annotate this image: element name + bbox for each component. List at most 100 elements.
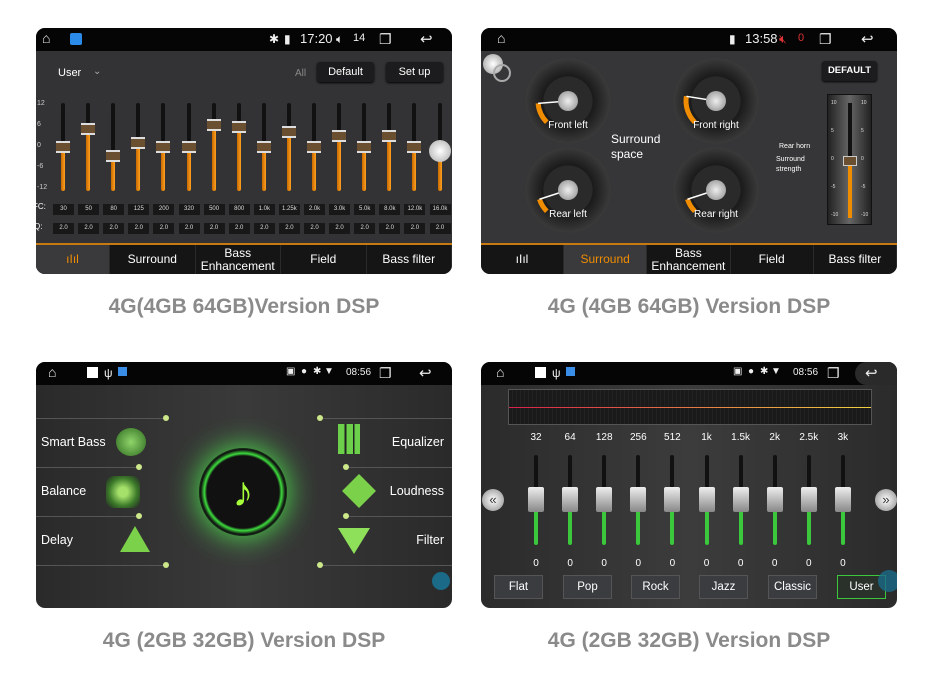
slider-handle[interactable] <box>843 155 857 166</box>
eq-band-slider[interactable] <box>256 103 271 191</box>
eq-band-slider[interactable] <box>56 103 70 191</box>
fc-value[interactable]: 16.0k <box>429 204 451 215</box>
eq-band-slider[interactable] <box>106 103 121 191</box>
recent-apps-icon[interactable]: ❐ <box>827 365 840 382</box>
eq-band-slider[interactable] <box>206 103 221 191</box>
q-value[interactable]: 2.0 <box>278 223 300 234</box>
slider-handle[interactable] <box>281 126 296 139</box>
app-icon[interactable] <box>70 33 82 45</box>
q-value[interactable]: 2.0 <box>329 223 351 234</box>
eq-band-slider[interactable] <box>407 103 422 191</box>
eq-band-slider[interactable] <box>81 103 96 191</box>
fc-value[interactable]: 30 <box>53 204 74 215</box>
slider-handle[interactable] <box>156 141 171 153</box>
recent-apps-icon[interactable]: ❐ <box>379 365 392 382</box>
slider-handle[interactable] <box>56 141 70 153</box>
default-button[interactable]: DEFAULT <box>822 61 877 81</box>
setup-button[interactable]: Set up <box>386 62 443 82</box>
tab-equalizer[interactable]: ıIıl <box>36 245 110 274</box>
back-icon[interactable]: ↩ <box>855 362 897 385</box>
fc-value[interactable]: 8.0k <box>379 204 401 215</box>
slider-handle[interactable] <box>664 487 681 512</box>
eq-band-slider[interactable] <box>766 455 783 545</box>
preset-rock-button[interactable]: Rock <box>631 575 680 599</box>
fc-value[interactable]: 1.0k <box>253 204 275 215</box>
fc-value[interactable]: 50 <box>78 204 100 215</box>
preset-select[interactable]: User <box>58 67 81 79</box>
menu-balance[interactable]: Balance <box>41 484 86 498</box>
slider-handle[interactable] <box>698 487 715 512</box>
menu-filter[interactable]: Filter <box>416 533 444 547</box>
tab-surround[interactable]: Surround <box>564 245 648 274</box>
volume-gauge[interactable]: Front right <box>673 58 759 144</box>
slider-handle[interactable] <box>106 150 121 163</box>
gauge-knob[interactable] <box>558 91 578 111</box>
chevron-down-icon[interactable]: ⌄ <box>93 66 101 77</box>
slider-handle[interactable] <box>562 487 579 512</box>
eq-band-slider[interactable] <box>382 103 397 191</box>
assistive-touch-button[interactable] <box>878 570 897 592</box>
slider-handle[interactable] <box>131 137 146 150</box>
slider-handle[interactable] <box>81 122 96 135</box>
slider-handle[interactable] <box>181 141 196 153</box>
surround-strength-slider[interactable]: 10 10 5 5 0 0 -5 -5 -10 -10 <box>827 94 872 225</box>
gauge-knob[interactable] <box>558 180 578 200</box>
q-value[interactable]: 2.0 <box>203 223 225 234</box>
tab-bass-filter[interactable]: Bass filter <box>367 245 452 274</box>
filter-icon[interactable] <box>338 528 370 554</box>
eq-band-slider[interactable] <box>156 103 171 191</box>
slider-handle[interactable] <box>834 487 851 512</box>
eq-band-slider[interactable] <box>181 103 196 191</box>
slider-handle[interactable] <box>231 120 246 133</box>
q-value[interactable]: 2.0 <box>228 223 250 234</box>
q-value[interactable]: 2.0 <box>253 223 275 234</box>
preset-jazz-button[interactable]: Jazz <box>699 575 748 599</box>
smart-bass-icon[interactable] <box>116 428 146 456</box>
delay-icon[interactable] <box>120 526 150 552</box>
slider-handle[interactable] <box>732 487 749 512</box>
eq-band-slider[interactable] <box>630 455 647 545</box>
back-icon[interactable]: ↩ <box>420 30 433 48</box>
eq-band-slider[interactable] <box>281 103 296 191</box>
tab-bass-enhancement[interactable]: Bass Enhancement <box>196 245 281 274</box>
q-value[interactable]: 2.0 <box>429 223 451 234</box>
q-value[interactable]: 2.0 <box>178 223 200 234</box>
slider-handle[interactable] <box>382 130 397 142</box>
slider-handle[interactable] <box>206 119 221 131</box>
back-icon[interactable]: ↩ <box>419 364 432 382</box>
fc-value[interactable]: 200 <box>153 204 175 215</box>
eq-band-slider[interactable] <box>357 103 372 191</box>
eq-band-slider[interactable] <box>664 455 681 545</box>
q-value[interactable]: 2.0 <box>304 223 325 234</box>
all-label[interactable]: All <box>295 68 306 79</box>
q-value[interactable]: 2.0 <box>404 223 426 234</box>
volume-muted-icon[interactable]: 🔇︎ <box>779 32 787 47</box>
menu-equalizer[interactable]: Equalizer <box>392 435 444 449</box>
eq-band-slider[interactable] <box>231 103 246 191</box>
eq-band-slider[interactable] <box>428 103 451 191</box>
q-value[interactable]: 2.0 <box>153 223 175 234</box>
fc-value[interactable]: 12.0k <box>404 204 426 215</box>
equalizer-icon[interactable] <box>338 424 360 454</box>
q-value[interactable]: 2.0 <box>103 223 125 234</box>
q-value[interactable]: 2.0 <box>354 223 376 234</box>
scroll-right-button[interactable]: » <box>875 489 897 511</box>
slider-handle[interactable] <box>528 487 544 512</box>
tab-bass-enhancement[interactable]: Bass Enhancement <box>647 245 731 274</box>
tab-equalizer[interactable]: ıIıl <box>481 245 564 274</box>
slider-handle[interactable] <box>307 141 321 153</box>
menu-loudness[interactable]: Loudness <box>390 484 444 498</box>
assistive-touch-button[interactable] <box>432 572 450 590</box>
eq-band-slider[interactable] <box>698 455 715 545</box>
slider-knob[interactable] <box>428 139 451 162</box>
eq-band-slider[interactable] <box>307 103 321 191</box>
home-icon[interactable]: ⌂ <box>496 364 504 380</box>
tab-bass-filter[interactable]: Bass filter <box>814 245 897 274</box>
gauge-knob[interactable] <box>706 91 726 111</box>
gauge-knob[interactable] <box>706 180 726 200</box>
scroll-left-button[interactable]: « <box>482 489 504 511</box>
recent-apps-icon[interactable]: ❐ <box>379 31 392 48</box>
volume-gauge[interactable]: Rear left <box>525 147 611 233</box>
slider-handle[interactable] <box>630 487 647 512</box>
q-value[interactable]: 2.0 <box>78 223 100 234</box>
